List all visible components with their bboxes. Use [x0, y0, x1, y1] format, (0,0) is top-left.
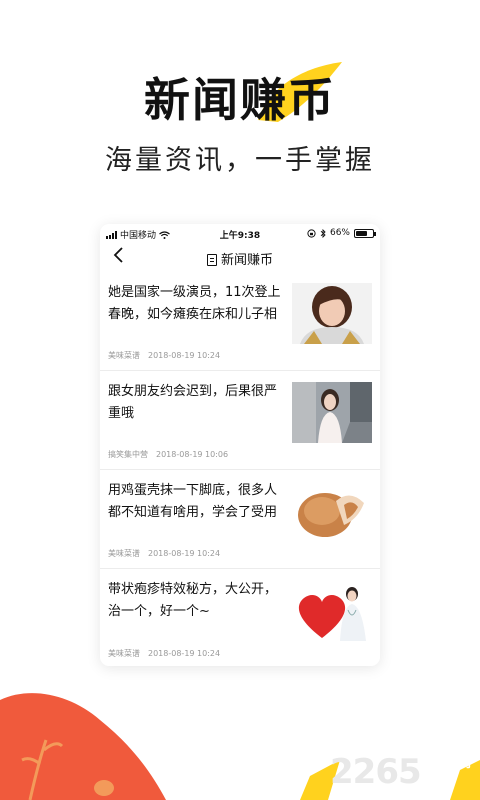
watermark-logo: 2265: [330, 752, 422, 792]
battery-level: [356, 230, 367, 236]
news-title: 带状疱疹特效秘方，大公开，治一个，好一个~: [108, 582, 278, 619]
promo-title: 新闻赚币: [144, 73, 336, 127]
news-time: 2018-08-19 10:24: [148, 649, 221, 658]
news-title: 用鸡蛋壳抹一下脚底，很多人都不知道有啥用，学会了受用: [108, 483, 278, 520]
news-item[interactable]: 用鸡蛋壳抹一下脚底，很多人都不知道有啥用，学会了受用 美味菜谱 2018-08-1…: [100, 470, 380, 569]
doctor-with-heart-photo: [292, 580, 372, 641]
girl-on-stairs-photo: [292, 382, 372, 443]
nav-bar: 新闻赚币: [100, 242, 380, 272]
news-time: 2018-08-19 10:24: [148, 351, 221, 360]
coral-decoration: [0, 693, 166, 800]
news-item[interactable]: 带状疱疹特效秘方，大公开，治一个，好一个~ 美味菜谱 2018-08-19 10:…: [100, 569, 380, 666]
news-meta: 搞笑集中营 2018-08-19 10:06: [108, 449, 228, 460]
news-source: 美味菜谱: [108, 549, 140, 558]
status-bar: 中国移动 上午9:38 66%: [100, 224, 380, 242]
news-source: 美味菜谱: [108, 649, 140, 658]
news-meta: 美味菜谱 2018-08-19 10:24: [108, 648, 220, 659]
news-title: 她是国家一级演员，11次登上春晚，如今瘫痪在床和儿子相: [108, 285, 281, 322]
watermark-suffix: 手游网: [432, 756, 472, 771]
nav-title: 新闻赚币: [100, 249, 380, 268]
cracked-eggshell-photo: [292, 481, 372, 542]
news-time: 2018-08-19 10:06: [156, 450, 229, 459]
nav-title-text: 新闻赚币: [220, 253, 273, 268]
woman-portrait-photo: [292, 283, 372, 344]
news-title: 跟女朋友约会迟到，后果很严重哦: [108, 384, 278, 421]
news-source: 搞笑集中营: [108, 450, 148, 459]
news-list: 她是国家一级演员，11次登上春晚，如今瘫痪在床和儿子相 美味菜谱 2018-08-…: [100, 272, 380, 666]
promo-title-area: 新闻赚币: [0, 58, 480, 128]
promo-subtitle: 海量资讯，一手掌握: [105, 145, 375, 176]
bluetooth-icon: [320, 228, 326, 238]
news-meta: 美味菜谱 2018-08-19 10:24: [108, 548, 220, 559]
news-item[interactable]: 她是国家一级演员，11次登上春晚，如今瘫痪在床和儿子相 美味菜谱 2018-08-…: [100, 272, 380, 371]
news-source: 美味菜谱: [108, 351, 140, 360]
news-item[interactable]: 跟女朋友约会迟到，后果很严重哦 搞笑集中营 2018-08-19 10:06: [100, 371, 380, 470]
battery-percent: 66%: [329, 228, 350, 238]
news-time: 2018-08-19 10:24: [148, 549, 221, 558]
lock-rotation-icon: [307, 228, 316, 238]
document-icon: [206, 254, 217, 266]
phone-screen: 中国移动 上午9:38 66% 新闻赚币 她是国家一级演员，11次登上春晚，如今…: [100, 224, 380, 666]
battery-icon: [354, 228, 376, 238]
news-meta: 美味菜谱 2018-08-19 10:24: [108, 350, 220, 361]
